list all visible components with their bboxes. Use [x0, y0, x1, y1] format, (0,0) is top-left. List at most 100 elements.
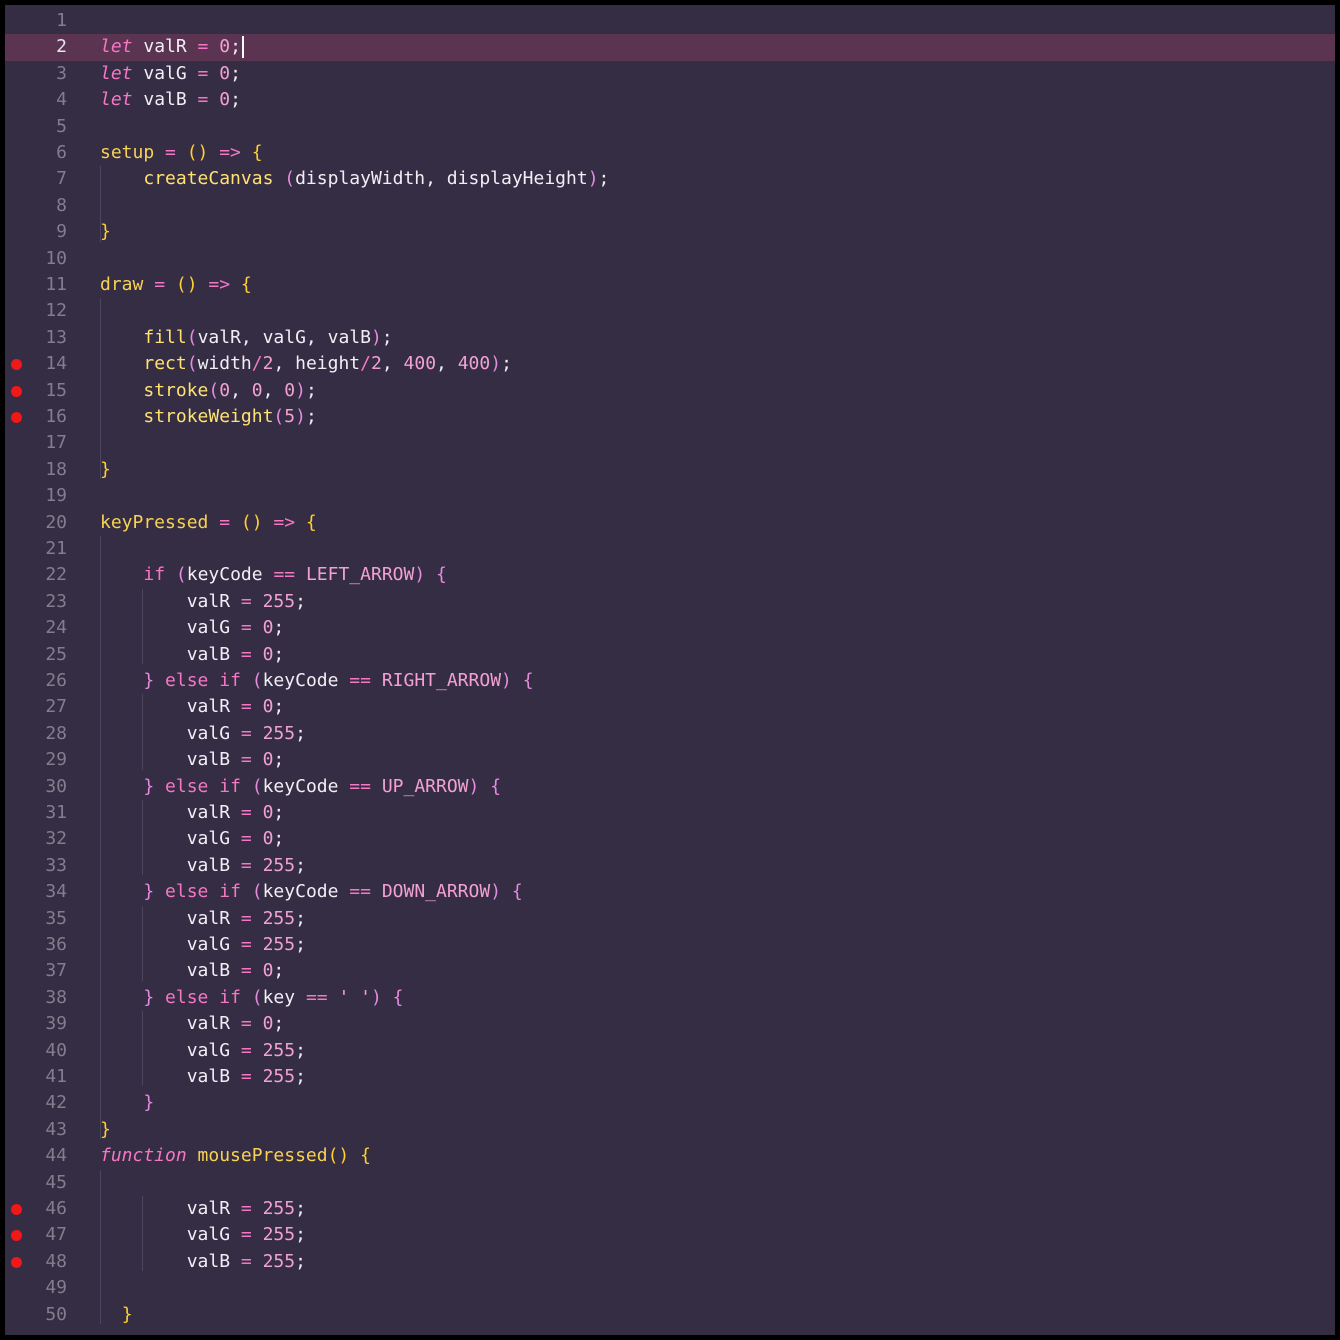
- code-line[interactable]: 16 strokeWeight(5);: [5, 404, 1335, 430]
- code-line[interactable]: 4 let valB = 0;: [5, 87, 1335, 113]
- code-token: =: [240, 696, 252, 718]
- code-line[interactable]: 7 createCanvas (displayWidth, displayHei…: [5, 166, 1335, 192]
- code-line[interactable]: 41 valB = 255;: [5, 1064, 1335, 1090]
- code-line[interactable]: 47 valG = 255;: [5, 1222, 1335, 1248]
- code-line[interactable]: 37 valB = 0;: [5, 958, 1335, 984]
- code-line[interactable]: 34 } else if (keyCode == DOWN_ARROW) {: [5, 879, 1335, 905]
- code-line[interactable]: 10: [5, 246, 1335, 272]
- code-token: valR: [100, 1198, 241, 1219]
- code-token: keyCode: [262, 881, 350, 903]
- code-line[interactable]: 38 } else if (key == ' ') {: [5, 985, 1335, 1011]
- code-line[interactable]: 3 let valG = 0;: [5, 61, 1335, 87]
- code-token: 0: [251, 617, 274, 639]
- line-number: 18: [45, 458, 67, 480]
- code-line[interactable]: 50 }: [5, 1302, 1335, 1328]
- code-line[interactable]: 46 valR = 255;: [5, 1196, 1335, 1222]
- line-number: 1: [56, 10, 67, 31]
- code-token: 400: [403, 353, 437, 375]
- code-token: else if: [165, 986, 241, 1008]
- code-token: if: [143, 564, 166, 586]
- code-token: ): [370, 326, 382, 348]
- code-line[interactable]: 24 valG = 0;: [5, 615, 1335, 641]
- code-line[interactable]: 29 valB = 0;: [5, 747, 1335, 773]
- code-token: =: [240, 1224, 252, 1246]
- code-line[interactable]: 18}: [5, 457, 1335, 483]
- code-token: ): [371, 986, 382, 1008]
- code-text: }: [100, 1090, 154, 1116]
- code-line[interactable]: 17: [5, 430, 1335, 456]
- code-token: 400: [457, 353, 491, 375]
- code-text: valG = 255;: [100, 1038, 306, 1064]
- code-token: (): [175, 274, 209, 295]
- code-line[interactable]: 45: [5, 1170, 1335, 1196]
- code-line[interactable]: 27 valR = 0;: [5, 694, 1335, 720]
- code-text: } else if (keyCode == UP_ARROW) {: [100, 774, 501, 800]
- indent-guide: [100, 166, 101, 242]
- code-line[interactable]: 36 valG = 255;: [5, 932, 1335, 958]
- code-token: displayWidth, displayHeight: [295, 168, 588, 190]
- code-token: (: [240, 775, 263, 797]
- code-line[interactable]: 44 function mousePressed() {: [5, 1143, 1335, 1169]
- code-line[interactable]: 22 if (keyCode == LEFT_ARROW) {: [5, 562, 1335, 588]
- code-line[interactable]: 33 valB = 255;: [5, 853, 1335, 879]
- code-line[interactable]: 8: [5, 193, 1335, 219]
- code-line[interactable]: 31 valR = 0;: [5, 800, 1335, 826]
- line-number: 23: [45, 590, 67, 612]
- code-line[interactable]: 26 } else if (keyCode == RIGHT_ARROW) {: [5, 668, 1335, 694]
- code-token: ;: [273, 1013, 285, 1035]
- code-line[interactable]: 2 let valR = 0;: [5, 34, 1335, 61]
- code-editor[interactable]: 1 2 let valR = 0; 3 let valG = 0; 4 let valB =…: [5, 5, 1335, 1335]
- line-number: 37: [45, 960, 67, 982]
- code-line[interactable]: 19: [5, 483, 1335, 509]
- code-token: 255: [251, 1224, 296, 1246]
- code-line[interactable]: 11 draw = () => {: [5, 272, 1335, 298]
- code-line[interactable]: 15 stroke(0, 0, 0);: [5, 378, 1335, 404]
- code-token: {: [425, 564, 447, 586]
- code-text: strokeWeight(5);: [100, 404, 316, 430]
- code-line[interactable]: 35 valR = 255;: [5, 906, 1335, 932]
- line-number: 6: [56, 142, 67, 163]
- code-token: 255: [251, 590, 296, 612]
- code-line[interactable]: 25 valB = 0;: [5, 642, 1335, 668]
- code-line[interactable]: 20 keyPressed = () => {: [5, 510, 1335, 536]
- code-token: ;: [273, 960, 285, 982]
- code-token: (: [273, 406, 285, 427]
- code-line[interactable]: 28 valG = 255;: [5, 721, 1335, 747]
- code-token: valG: [100, 828, 241, 850]
- code-line[interactable]: 9}: [5, 219, 1335, 245]
- code-line[interactable]: 40 valG = 255;: [5, 1038, 1335, 1064]
- code-line[interactable]: 13 fill(valR, valG, valB);: [5, 325, 1335, 351]
- code-line[interactable]: 5: [5, 114, 1335, 140]
- code-token: else if: [165, 775, 241, 797]
- code-line[interactable]: 23 valR = 255;: [5, 589, 1335, 615]
- code-line[interactable]: 12: [5, 298, 1335, 324]
- code-text: if (keyCode == LEFT_ARROW) {: [100, 562, 447, 588]
- code-line[interactable]: 6 setup = () => {: [5, 140, 1335, 166]
- code-token: }: [143, 670, 166, 691]
- code-line[interactable]: 42 }: [5, 1090, 1335, 1116]
- code-token: width: [197, 353, 252, 375]
- code-token: mousePressed: [186, 1145, 328, 1167]
- code-line[interactable]: 43}: [5, 1117, 1335, 1143]
- code-line[interactable]: 14 rect(width/2, height/2, 400, 400);: [5, 351, 1335, 377]
- code-line[interactable]: 48 valB = 255;: [5, 1249, 1335, 1275]
- indent-guide: [100, 298, 101, 480]
- code-token: ;: [295, 1198, 306, 1219]
- code-token: 0: [251, 379, 263, 401]
- code-token: 0: [251, 1013, 274, 1035]
- code-text: }: [100, 219, 111, 245]
- line-number: 25: [45, 643, 67, 665]
- code-line[interactable]: 32 valG = 0;: [5, 826, 1335, 852]
- code-text: valR = 0;: [100, 1011, 285, 1037]
- code-line[interactable]: 30 } else if (keyCode == UP_ARROW) {: [5, 774, 1335, 800]
- line-number: 10: [45, 247, 67, 269]
- code-line[interactable]: 49: [5, 1275, 1335, 1301]
- code-text: valR = 255;: [100, 589, 306, 615]
- code-token: 0: [208, 36, 231, 58]
- code-line[interactable]: 1: [5, 8, 1335, 34]
- code-text: let valR = 0;: [100, 34, 244, 60]
- line-number: 30: [45, 775, 67, 797]
- code-line[interactable]: 21: [5, 536, 1335, 562]
- code-line[interactable]: 39 valR = 0;: [5, 1011, 1335, 1037]
